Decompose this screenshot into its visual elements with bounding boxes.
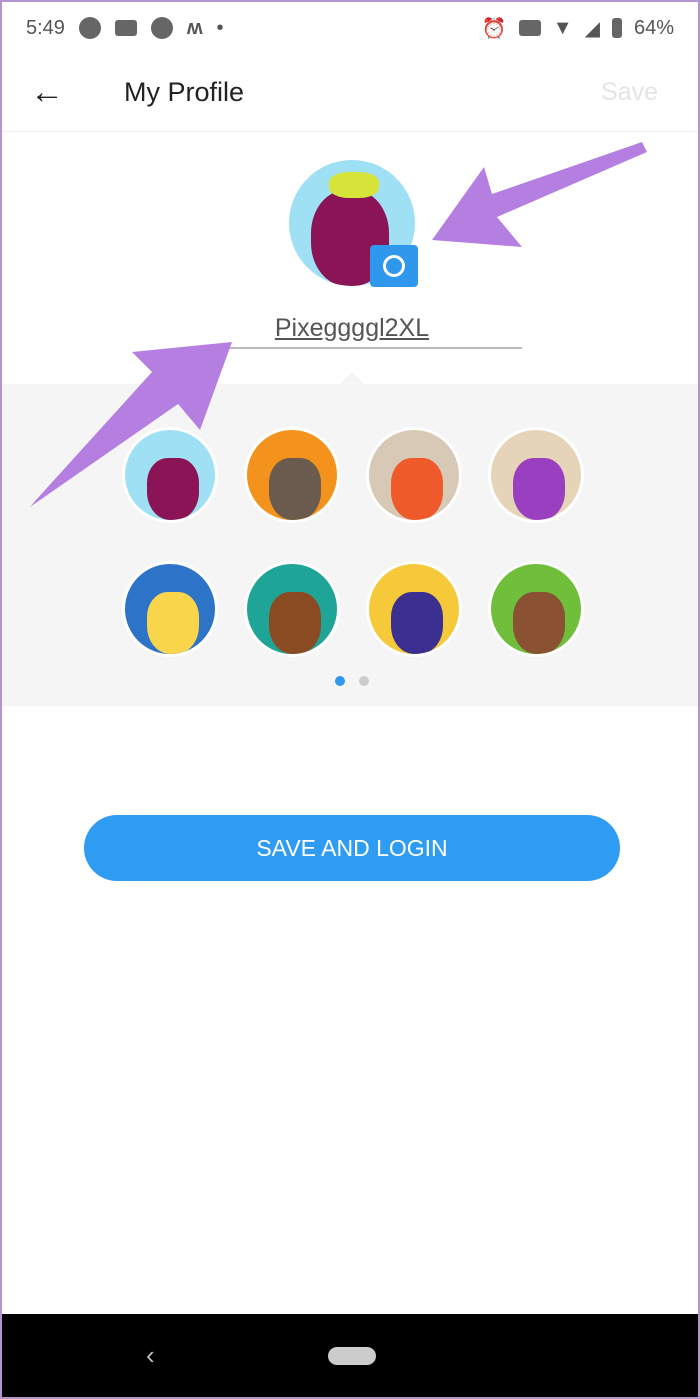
annotation-arrow-left (30, 342, 232, 507)
annotation-arrow-right (432, 142, 647, 247)
purple-hair-woman-icon (391, 592, 443, 654)
avatar-option-brown-hair-man[interactable] (244, 561, 340, 657)
annotation-arrows (30, 142, 647, 507)
page-dot-1[interactable] (335, 676, 345, 686)
nav-home-button[interactable] (328, 1347, 376, 1365)
blonde-girl-icon (147, 592, 199, 654)
avatar-option-blonde-girl[interactable] (122, 561, 218, 657)
nav-back-icon[interactable]: ‹ (146, 1340, 155, 1371)
avatar-option-purple-hair-woman[interactable] (366, 561, 462, 657)
avatar-option-mustache-man[interactable] (488, 561, 584, 657)
brown-hair-man-icon (269, 592, 321, 654)
page-indicator (335, 676, 369, 686)
page-dot-2[interactable] (359, 676, 369, 686)
mustache-man-icon (513, 592, 565, 654)
system-nav-bar: ‹ (2, 1314, 698, 1397)
save-and-login-button[interactable]: SAVE AND LOGIN (84, 815, 620, 881)
